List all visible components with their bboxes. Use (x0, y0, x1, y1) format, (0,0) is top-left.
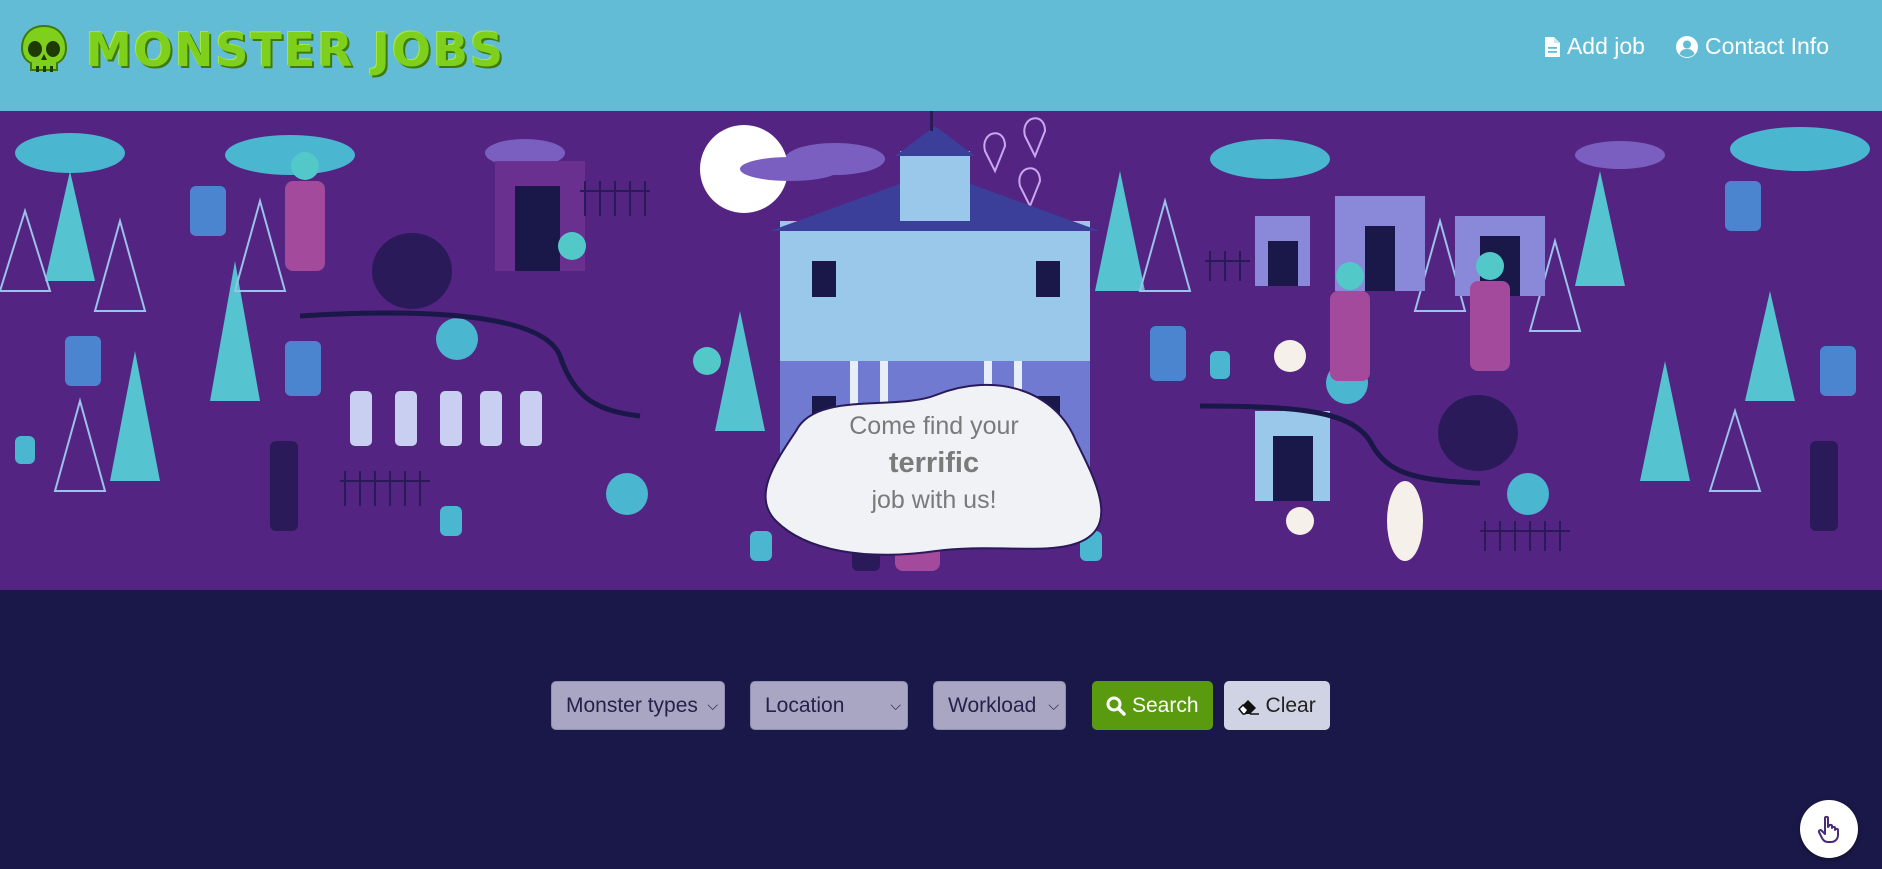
search-icon (1106, 696, 1126, 716)
clear-button-label: Clear (1265, 693, 1316, 717)
skull-icon (20, 24, 68, 72)
clear-button[interactable]: Clear (1223, 681, 1330, 730)
site-logo[interactable]: MONSTER JOBS (16, 18, 505, 82)
top-nav: Add job Contact Info (1543, 33, 1829, 60)
user-circle-icon (1675, 35, 1698, 58)
chevron-down-icon: ⌵ (890, 697, 901, 713)
chevron-down-icon: ⌵ (1048, 697, 1059, 713)
file-icon (1544, 36, 1560, 57)
monster-types-value: Monster types (566, 693, 698, 717)
chevron-down-icon: ⌵ (707, 697, 718, 713)
contact-info-label: Contact Info (1704, 33, 1829, 59)
search-button[interactable]: Search (1092, 681, 1213, 730)
monster-types-select[interactable]: Monster types ⌵ (551, 681, 725, 730)
tagline-line-3: job with us! (871, 486, 997, 514)
workload-select[interactable]: Workload ⌵ (933, 681, 1066, 730)
contact-info-link[interactable]: Contact Info (1675, 33, 1829, 60)
search-button-label: Search (1132, 693, 1199, 717)
add-job-label: Add job (1566, 33, 1645, 59)
hero-speech-bubble: Come find your terrific job with us! (756, 371, 1112, 563)
job-filter-bar: Monster types ⌵ Location ⌵ Workload ⌵ Se… (551, 681, 1330, 730)
hand-pointer-icon (1817, 815, 1839, 843)
hero-banner: Come find your terrific job with us! (0, 111, 1882, 590)
location-value: Location (765, 693, 845, 717)
tagline-line-1: Come find your (849, 412, 1019, 440)
floating-accessibility-button[interactable] (1800, 800, 1858, 858)
workload-value: Workload (948, 693, 1037, 717)
top-header: MONSTER JOBS Add job Contact Info (0, 0, 1882, 111)
tagline-line-2: terrific (888, 447, 980, 479)
eraser-icon (1237, 699, 1259, 715)
hero-tagline: Come find your terrific job with us! (756, 371, 1112, 563)
logo-text: MONSTER JOBS (86, 23, 506, 77)
add-job-link[interactable]: Add job (1543, 33, 1645, 60)
location-select[interactable]: Location ⌵ (750, 681, 908, 730)
